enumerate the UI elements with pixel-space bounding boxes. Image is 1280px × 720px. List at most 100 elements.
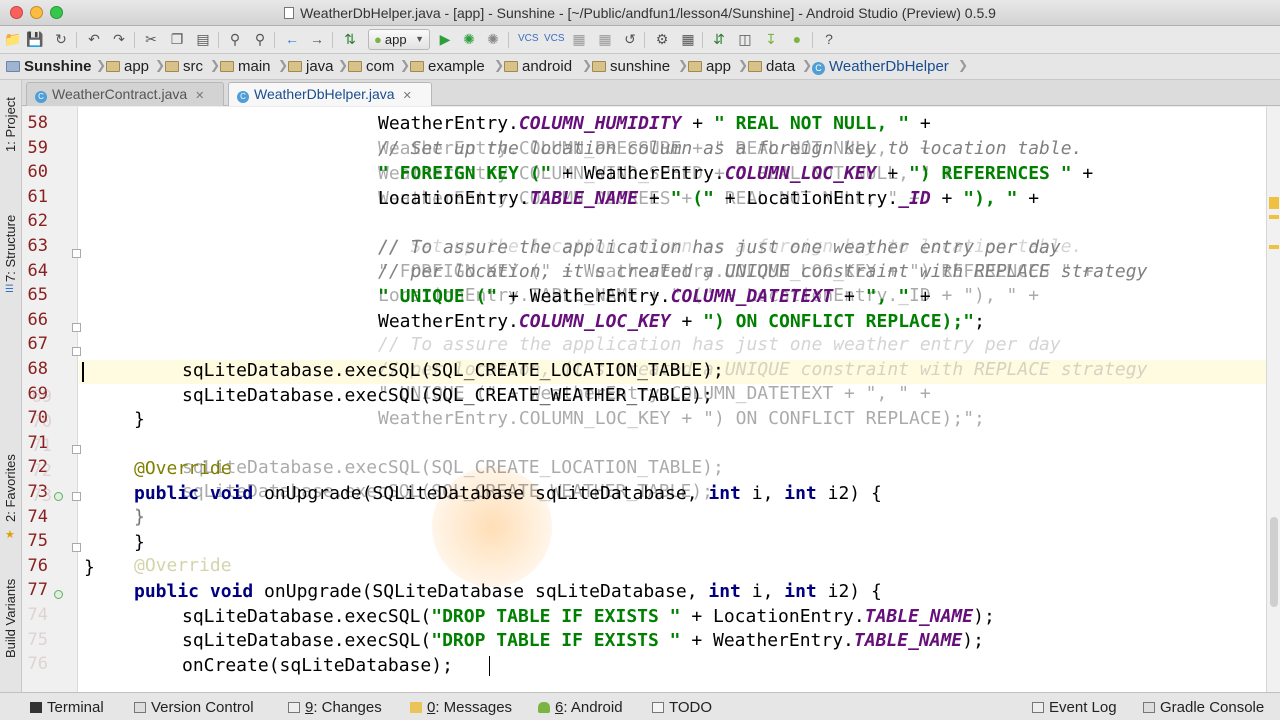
fold-toggle-icon[interactable] bbox=[72, 249, 81, 258]
line-number: 68 bbox=[27, 359, 48, 379]
fold-toggle-icon[interactable] bbox=[72, 347, 81, 356]
line-number: 75 bbox=[27, 630, 48, 650]
sync-icon[interactable]: ↻ bbox=[52, 30, 70, 48]
breadcrumb-app[interactable]: app bbox=[106, 58, 149, 76]
attach-debugger-icon[interactable]: ✺ bbox=[484, 30, 502, 48]
editor-marker-strip bbox=[1266, 107, 1280, 692]
undo-icon[interactable]: ↶ bbox=[85, 30, 103, 48]
line-number: 76 bbox=[27, 654, 48, 674]
paste-icon[interactable]: ▤ bbox=[194, 30, 212, 48]
gradle-console-tool-tab[interactable]: Gradle Console bbox=[1143, 699, 1264, 716]
breadcrumb-class[interactable]: C WeatherDbHelper bbox=[812, 58, 949, 76]
settings-icon[interactable]: ⚙ bbox=[653, 30, 671, 48]
bottom-tool-bar: Terminal Version Control 9: Changes 0: M… bbox=[0, 692, 1280, 720]
sync-gradle-icon[interactable]: ⇵ bbox=[710, 30, 728, 48]
code-token: + bbox=[670, 311, 704, 332]
cut-icon[interactable]: ✂ bbox=[142, 30, 160, 48]
changes-tool-tab[interactable]: 9: Changes bbox=[288, 699, 382, 716]
vertical-scrollbar[interactable] bbox=[1270, 517, 1278, 607]
close-icon[interactable]: ✕ bbox=[403, 85, 412, 107]
project-tool-tab[interactable]: 1: Project bbox=[3, 97, 18, 152]
breadcrumb-src[interactable]: src bbox=[165, 58, 203, 76]
folder-icon bbox=[688, 61, 702, 72]
code-token: + bbox=[1071, 163, 1094, 184]
code-line-66: WeatherEntry.COLUMN_LOC_KEY + ") ON CONF… bbox=[378, 310, 985, 334]
replace-icon[interactable]: ⚲ bbox=[251, 30, 269, 48]
code-line-75: } bbox=[134, 532, 145, 553]
open-folder-icon[interactable]: 📁 bbox=[4, 30, 22, 48]
code-editor[interactable]: 58 59 60 61 62 63 64 65 66 67 68 69 70 7… bbox=[22, 107, 1266, 692]
project-structure-icon[interactable]: ▦ bbox=[679, 30, 697, 48]
warning-stripe[interactable] bbox=[1269, 245, 1279, 249]
help-icon[interactable]: ? bbox=[820, 30, 838, 48]
code-line-72: @Override bbox=[134, 458, 232, 479]
terminal-tool-tab[interactable]: Terminal bbox=[30, 699, 104, 716]
tab-weather-db-helper[interactable]: C WeatherDbHelper.java ✕ bbox=[228, 82, 432, 106]
back-icon[interactable]: ← bbox=[283, 30, 301, 48]
vcs-compare-icon[interactable]: ▦ bbox=[570, 30, 588, 48]
code-token: " (" bbox=[670, 188, 714, 209]
tool-tab-label: Event Log bbox=[1049, 699, 1117, 716]
structure-tool-tab[interactable]: 7: Structure bbox=[3, 215, 18, 282]
avd-manager-icon[interactable]: ◫ bbox=[736, 30, 754, 48]
override-method-icon[interactable] bbox=[54, 590, 63, 599]
chevron-right-icon: ❯ bbox=[338, 58, 349, 72]
line-number: 75 bbox=[27, 531, 48, 551]
make-project-icon[interactable]: ⇅ bbox=[341, 30, 359, 48]
line-number: 63 bbox=[27, 236, 48, 256]
debug-icon[interactable]: ✺ bbox=[460, 30, 478, 48]
breadcrumb-data[interactable]: data bbox=[748, 58, 795, 76]
breadcrumb-main[interactable]: main bbox=[220, 58, 271, 76]
close-icon[interactable]: ✕ bbox=[195, 85, 204, 107]
code-token: _ID bbox=[898, 188, 931, 209]
vcs-history-icon[interactable]: ▦ bbox=[596, 30, 614, 48]
fold-toggle-icon[interactable] bbox=[72, 445, 81, 454]
folder-icon bbox=[410, 61, 424, 72]
code-token: COLUMN_HUMIDITY bbox=[518, 113, 682, 134]
code-token: + bbox=[876, 163, 910, 184]
tool-tab-label: 1: Project bbox=[3, 97, 18, 152]
vcs-commit-icon[interactable]: VCS bbox=[544, 30, 565, 48]
warning-stripe[interactable] bbox=[1269, 215, 1279, 219]
breadcrumb-sunshine[interactable]: sunshine bbox=[592, 58, 670, 76]
todo-tool-tab[interactable]: TODO bbox=[652, 699, 712, 716]
save-all-icon[interactable]: 💾 bbox=[26, 30, 44, 48]
sdk-manager-icon[interactable]: ↧ bbox=[762, 30, 780, 48]
warning-stripe[interactable] bbox=[1269, 197, 1279, 209]
code-token: + bbox=[930, 188, 964, 209]
code-token: " REAL NOT NULL, " bbox=[713, 113, 910, 134]
redo-icon[interactable]: ↷ bbox=[110, 30, 128, 48]
line-number: 74 bbox=[27, 605, 48, 625]
version-control-tool-tab[interactable]: Version Control bbox=[134, 699, 254, 716]
breadcrumb-app-package[interactable]: app bbox=[688, 58, 731, 76]
line-number: 74 bbox=[27, 507, 48, 527]
breadcrumb-com[interactable]: com bbox=[348, 58, 394, 76]
favorites-tool-tab[interactable]: 2: Favorites bbox=[3, 454, 18, 522]
revert-icon[interactable]: ↺ bbox=[621, 30, 639, 48]
run-icon[interactable]: ▶ bbox=[436, 30, 454, 48]
breadcrumb-android[interactable]: android bbox=[504, 58, 572, 76]
breadcrumb-example[interactable]: example bbox=[410, 58, 485, 76]
android-tool-tab[interactable]: 6: Android bbox=[538, 699, 623, 716]
event-log-tool-tab[interactable]: Event Log bbox=[1032, 699, 1117, 716]
run-configuration-select[interactable]: ● app ▼ bbox=[368, 29, 430, 50]
code-line-65: " UNIQUE (" + WeatherEntry.COLUMN_DATETE… bbox=[378, 285, 931, 309]
breadcrumb-java[interactable]: java bbox=[288, 58, 334, 76]
tab-weather-contract[interactable]: C WeatherContract.java ✕ bbox=[26, 82, 224, 106]
find-icon[interactable]: ⚲ bbox=[226, 30, 244, 48]
code-token: ") REFERENCES " bbox=[909, 163, 1072, 184]
vcs-update-icon[interactable]: VCS bbox=[518, 30, 539, 48]
messages-tool-tab[interactable]: 0: Messages bbox=[410, 699, 512, 716]
fold-toggle-icon[interactable] bbox=[72, 323, 81, 332]
build-variants-tool-tab[interactable]: Build Variants bbox=[3, 579, 18, 658]
breadcrumb-project[interactable]: Sunshine bbox=[6, 58, 92, 76]
fold-toggle-icon[interactable] bbox=[72, 492, 81, 501]
forward-icon[interactable]: → bbox=[308, 30, 326, 48]
override-method-icon[interactable] bbox=[54, 492, 63, 501]
toolbar-separator bbox=[812, 32, 813, 48]
copy-icon[interactable]: ❐ bbox=[168, 30, 186, 48]
fold-toggle-icon[interactable] bbox=[72, 543, 81, 552]
structure-icon: ☰ bbox=[5, 284, 14, 295]
title-bar: WeatherDbHelper.java - [app] - Sunshine … bbox=[0, 0, 1280, 26]
android-monitor-icon[interactable]: ● bbox=[788, 30, 806, 48]
